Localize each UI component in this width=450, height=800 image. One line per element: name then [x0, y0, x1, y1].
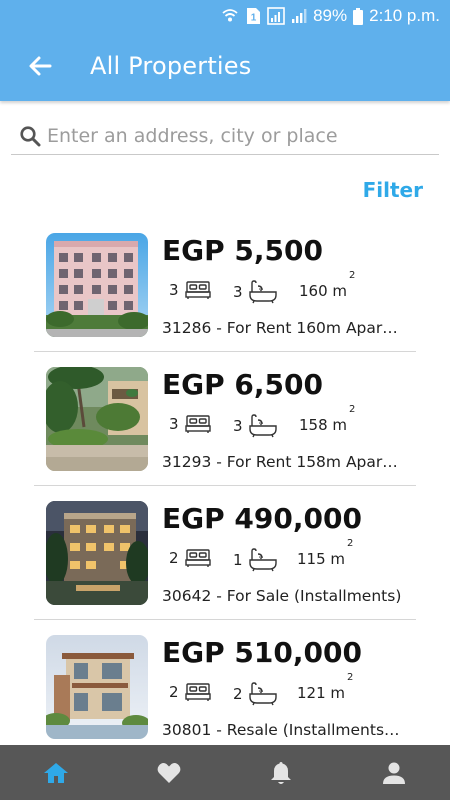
nav-notifications[interactable] [225, 745, 338, 800]
bathrooms-count: 3 [233, 417, 243, 435]
property-photo [46, 233, 148, 337]
status-bar: 1 89% 2:10 p.m. [221, 5, 440, 27]
wifi-call-icon [222, 9, 238, 22]
property-area: 121 m2 [297, 672, 354, 702]
property-photo [46, 367, 148, 471]
back-button[interactable] [22, 50, 58, 82]
property-description: 31286 - For Rent 160m Apartment [162, 319, 402, 337]
bedrooms-count: 3 [169, 281, 179, 299]
property-card[interactable]: EGP 5,500 3 3 160 m2 31286 - For Rent 16… [0, 218, 450, 352]
property-price: EGP 490,000 [162, 502, 362, 535]
bathrooms-count: 1 [233, 551, 243, 569]
signal-1-icon [267, 7, 285, 25]
property-price: EGP 5,500 [162, 234, 323, 267]
property-photo [46, 501, 148, 605]
battery-icon [353, 7, 364, 25]
home-icon [44, 762, 69, 783]
bedrooms: 2 [169, 682, 211, 702]
property-card[interactable]: EGP 6,500 3 3 158 m2 31293 - For Rent 15… [0, 352, 450, 486]
arrow-back-icon [29, 56, 52, 76]
bathrooms: 3 [233, 414, 277, 438]
heart-icon [157, 762, 181, 783]
property-photo [46, 635, 148, 739]
battery-percent: 89% [313, 6, 348, 25]
signal-2-icon [292, 9, 307, 23]
property-card[interactable]: EGP 510,000 2 2 121 m2 30801 - Resale (I… [0, 620, 450, 754]
bottom-nav [0, 745, 450, 800]
bathrooms: 2 [233, 682, 277, 706]
app-bar: 1 89% 2:10 p.m. All Properties [0, 0, 450, 101]
bedrooms-count: 3 [169, 415, 179, 433]
sim-icon: 1 [247, 8, 261, 24]
nav-profile[interactable] [338, 745, 450, 800]
nav-home[interactable] [0, 745, 113, 800]
search-bar[interactable] [11, 117, 439, 155]
person-icon [382, 762, 405, 784]
bathrooms: 1 [233, 548, 277, 572]
bathtub-icon [248, 414, 277, 438]
bell-icon [271, 761, 292, 784]
bathtub-icon [248, 280, 277, 304]
bathtub-icon [248, 682, 277, 706]
nav-favorites[interactable] [113, 745, 226, 800]
property-price: EGP 510,000 [162, 636, 362, 669]
bathtub-icon [248, 548, 277, 572]
search-input[interactable] [47, 124, 427, 147]
property-area: 158 m2 [299, 404, 356, 434]
property-description: 30642 - For Sale (Installments) [162, 587, 402, 605]
property-description: 31293 - For Rent 158m Apartment [162, 453, 402, 471]
property-list: EGP 5,500 3 3 160 m2 31286 - For Rent 16… [0, 218, 450, 754]
bedrooms: 3 [169, 280, 211, 300]
screen: 1 89% 2:10 p.m. All Properties Enter an … [0, 0, 450, 800]
filter-button[interactable]: Filter [363, 178, 423, 202]
property-description: 30801 - Resale (Installments) Villa [162, 721, 402, 739]
bed-icon [184, 415, 211, 433]
bedrooms: 2 [169, 548, 211, 568]
property-price: EGP 6,500 [162, 368, 323, 401]
bedrooms-count: 2 [169, 549, 179, 567]
property-area: 115 m2 [297, 538, 354, 568]
bed-icon [184, 683, 211, 701]
svg-text:1: 1 [251, 13, 257, 24]
bathrooms-count: 2 [233, 685, 243, 703]
page-title: All Properties [90, 52, 252, 80]
bed-icon [184, 549, 211, 567]
bathrooms: 3 [233, 280, 277, 304]
clock: 2:10 p.m. [369, 6, 440, 25]
bedrooms-count: 2 [169, 683, 179, 701]
property-area: 160 m2 [299, 270, 356, 300]
bedrooms: 3 [169, 414, 211, 434]
bathrooms-count: 3 [233, 283, 243, 301]
search-icon [15, 121, 45, 151]
property-card[interactable]: EGP 490,000 2 1 115 m2 30642 - For Sale … [0, 486, 450, 620]
bed-icon [184, 281, 211, 299]
